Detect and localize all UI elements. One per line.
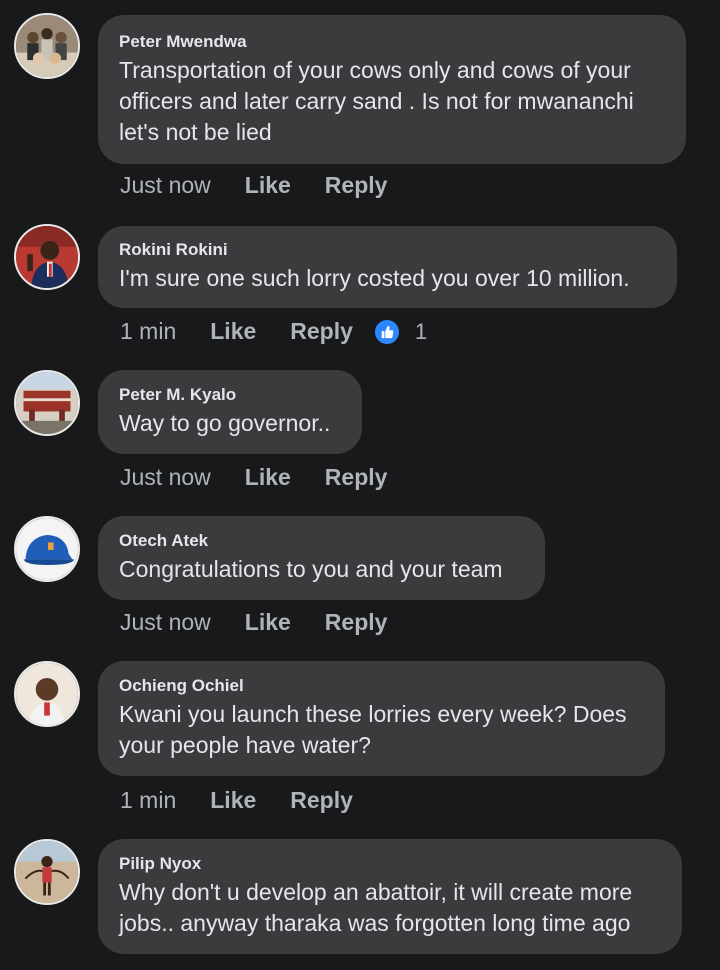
comment-author[interactable]: Peter M. Kyalo — [119, 385, 340, 405]
comment-text: Transportation of your cows only and cow… — [119, 57, 634, 145]
avatar[interactable] — [14, 516, 80, 582]
comment-actions: Just now Like Reply — [120, 172, 387, 199]
reply-button[interactable]: Reply — [290, 787, 353, 814]
reply-button[interactable]: Reply — [325, 172, 388, 199]
comment-time[interactable]: 1 min — [120, 318, 176, 345]
comment-actions: 1 min Like Reply — [120, 787, 353, 814]
avatar[interactable] — [14, 370, 80, 436]
comment-text: Why don't u develop an abattoir, it will… — [119, 879, 633, 936]
comment-time[interactable]: Just now — [120, 464, 211, 491]
like-button[interactable]: Like — [210, 787, 256, 814]
reply-button[interactable]: Reply — [290, 318, 353, 345]
comment-author[interactable]: Otech Atek — [119, 531, 523, 551]
reaction-summary[interactable]: 1 — [374, 318, 428, 345]
like-button[interactable]: Like — [245, 464, 291, 491]
avatar[interactable] — [14, 13, 80, 79]
comment-text: Way to go governor.. — [119, 410, 331, 436]
comment-text: I'm sure one such lorry costed you over … — [119, 265, 630, 291]
comment-author[interactable]: Rokini Rokini — [119, 240, 655, 260]
comment-bubble: Otech Atek Congratulations to you and yo… — [98, 516, 545, 600]
comment-time[interactable]: 1 min — [120, 787, 176, 814]
comment-text: Kwani you launch these lorries every wee… — [119, 701, 627, 758]
comment-bubble: Peter M. Kyalo Way to go governor.. — [98, 370, 362, 454]
reply-button[interactable]: Reply — [325, 464, 388, 491]
thumbs-up-icon — [374, 319, 399, 344]
comment-author[interactable]: Ochieng Ochiel — [119, 676, 643, 696]
reply-button[interactable]: Reply — [325, 609, 388, 636]
avatar[interactable] — [14, 224, 80, 290]
comment-bubble: Peter Mwendwa Transportation of your cow… — [98, 15, 686, 164]
comment-bubble: Ochieng Ochiel Kwani you launch these lo… — [98, 661, 665, 776]
comment-text: Congratulations to you and your team — [119, 556, 503, 582]
comment-author[interactable]: Peter Mwendwa — [119, 32, 664, 52]
avatar-image — [16, 841, 78, 903]
like-button[interactable]: Like — [210, 318, 256, 345]
like-button[interactable]: Like — [245, 609, 291, 636]
avatar-image — [16, 372, 78, 434]
avatar-image — [16, 663, 78, 725]
comment-bubble: Rokini Rokini I'm sure one such lorry co… — [98, 226, 677, 308]
avatar-image — [16, 15, 78, 77]
avatar-image — [16, 226, 78, 288]
comment-actions: Just now Like Reply — [120, 609, 387, 636]
reaction-count: 1 — [414, 318, 428, 344]
comment-author[interactable]: Pilip Nyox — [119, 854, 660, 874]
comment-bubble: Pilip Nyox Why don't u develop an abatto… — [98, 839, 682, 954]
comment-actions: 1 min Like Reply 1 — [120, 318, 427, 345]
comment-time[interactable]: Just now — [120, 172, 211, 199]
comment-time[interactable]: Just now — [120, 609, 211, 636]
avatar[interactable] — [14, 839, 80, 905]
comment-actions: Just now Like Reply — [120, 464, 387, 491]
avatar[interactable] — [14, 661, 80, 727]
like-button[interactable]: Like — [245, 172, 291, 199]
avatar-image — [16, 518, 78, 580]
